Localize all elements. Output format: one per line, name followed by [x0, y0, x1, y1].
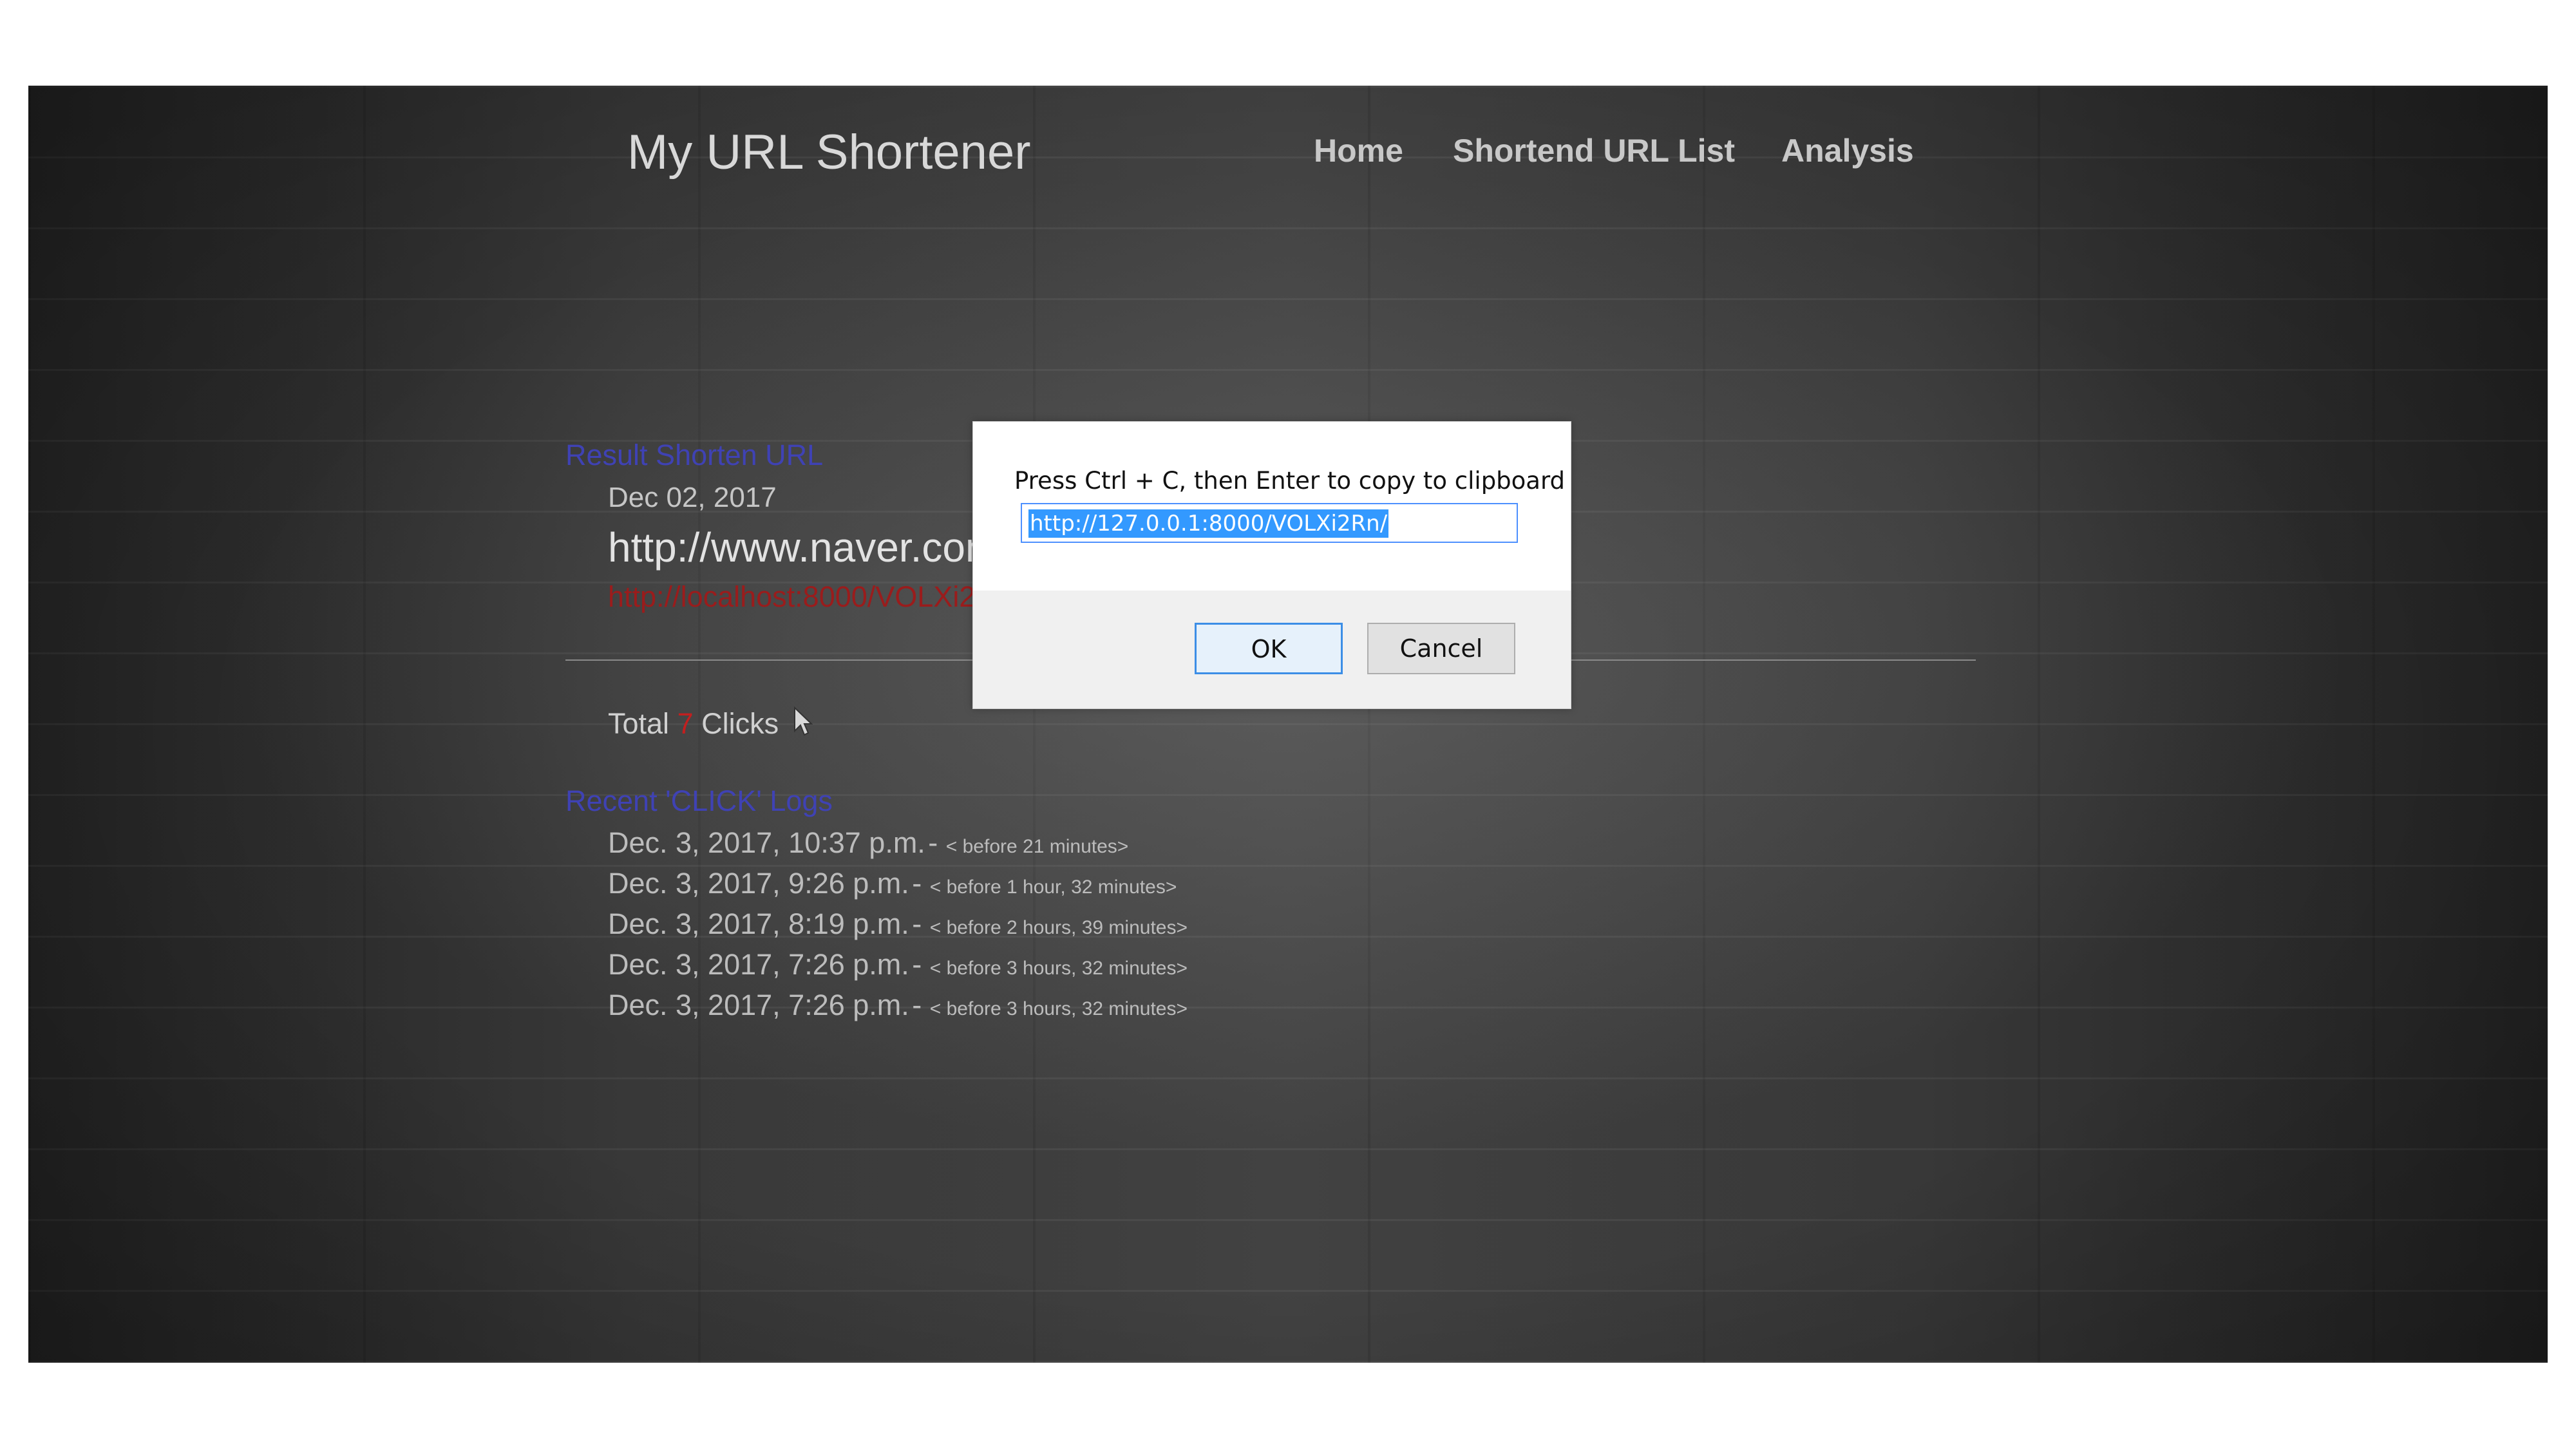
- original-url[interactable]: http://www.naver.com: [608, 524, 999, 571]
- total-count: 7: [677, 707, 694, 740]
- site-brand[interactable]: My URL Shortener: [627, 124, 1031, 180]
- log-time: Dec. 3, 2017, 7:26 p.m.: [608, 948, 909, 981]
- total-prefix: Total: [608, 707, 670, 740]
- log-time: Dec. 3, 2017, 8:19 p.m.: [608, 907, 909, 940]
- ok-button[interactable]: OK: [1195, 623, 1343, 674]
- copy-prompt-dialog: Press Ctrl + C, then Enter to copy to cl…: [972, 421, 1571, 709]
- selected-url-text: http://127.0.0.1:8000/VOLXi2Rn/: [1028, 509, 1389, 538]
- log-ago: < before 2 hours, 39 minutes>: [929, 917, 1188, 938]
- log-separator: -: [912, 907, 930, 940]
- short-url-link[interactable]: http://localhost:8000/VOLXi2Rn/: [608, 580, 1020, 614]
- copy-url-input[interactable]: http://127.0.0.1:8000/VOLXi2Rn/: [1021, 503, 1518, 543]
- cursor-icon: [793, 706, 813, 736]
- log-ago: < before 3 hours, 32 minutes>: [929, 998, 1188, 1019]
- log-separator: -: [928, 826, 946, 859]
- log-separator: -: [912, 948, 930, 981]
- log-ago: < before 3 hours, 32 minutes>: [929, 958, 1188, 979]
- logs-section-title: Recent 'CLICK' Logs: [565, 784, 833, 817]
- list-item: Dec. 3, 2017, 9:26 p.m. - < before 1 hou…: [608, 867, 1188, 907]
- click-logs-list: Dec. 3, 2017, 10:37 p.m. - < before 21 m…: [608, 826, 1188, 1029]
- dialog-footer: OK Cancel: [973, 591, 1571, 708]
- log-separator: -: [912, 989, 930, 1021]
- list-item: Dec. 3, 2017, 7:26 p.m. - < before 3 hou…: [608, 948, 1188, 989]
- list-item: Dec. 3, 2017, 8:19 p.m. - < before 2 hou…: [608, 907, 1188, 948]
- log-separator: -: [912, 867, 930, 900]
- background-vignette: [28, 86, 2548, 1363]
- list-item: Dec. 3, 2017, 10:37 p.m. - < before 21 m…: [608, 826, 1188, 867]
- log-time: Dec. 3, 2017, 9:26 p.m.: [608, 867, 909, 900]
- log-time: Dec. 3, 2017, 7:26 p.m.: [608, 989, 909, 1021]
- cancel-button[interactable]: Cancel: [1367, 623, 1515, 674]
- result-section-title: Result Shorten URL: [565, 439, 824, 471]
- log-time: Dec. 3, 2017, 10:37 p.m.: [608, 826, 925, 859]
- log-ago: < before 21 minutes>: [945, 836, 1129, 857]
- total-suffix: Clicks: [701, 707, 779, 740]
- nav-home[interactable]: Home: [1314, 132, 1403, 169]
- dialog-message: Press Ctrl + C, then Enter to copy to cl…: [1014, 467, 1566, 495]
- list-item: Dec. 3, 2017, 7:26 p.m. - < before 3 hou…: [608, 989, 1188, 1029]
- nav-analysis[interactable]: Analysis: [1781, 132, 1914, 169]
- total-clicks: Total 7 Clicks: [608, 706, 813, 741]
- nav-shortend-url-list[interactable]: Shortend URL List: [1453, 132, 1735, 169]
- log-ago: < before 1 hour, 32 minutes>: [929, 876, 1177, 898]
- browser-viewport: My URL Shortener Home Shortend URL List …: [28, 86, 2548, 1363]
- result-date: Dec 02, 2017: [608, 482, 777, 513]
